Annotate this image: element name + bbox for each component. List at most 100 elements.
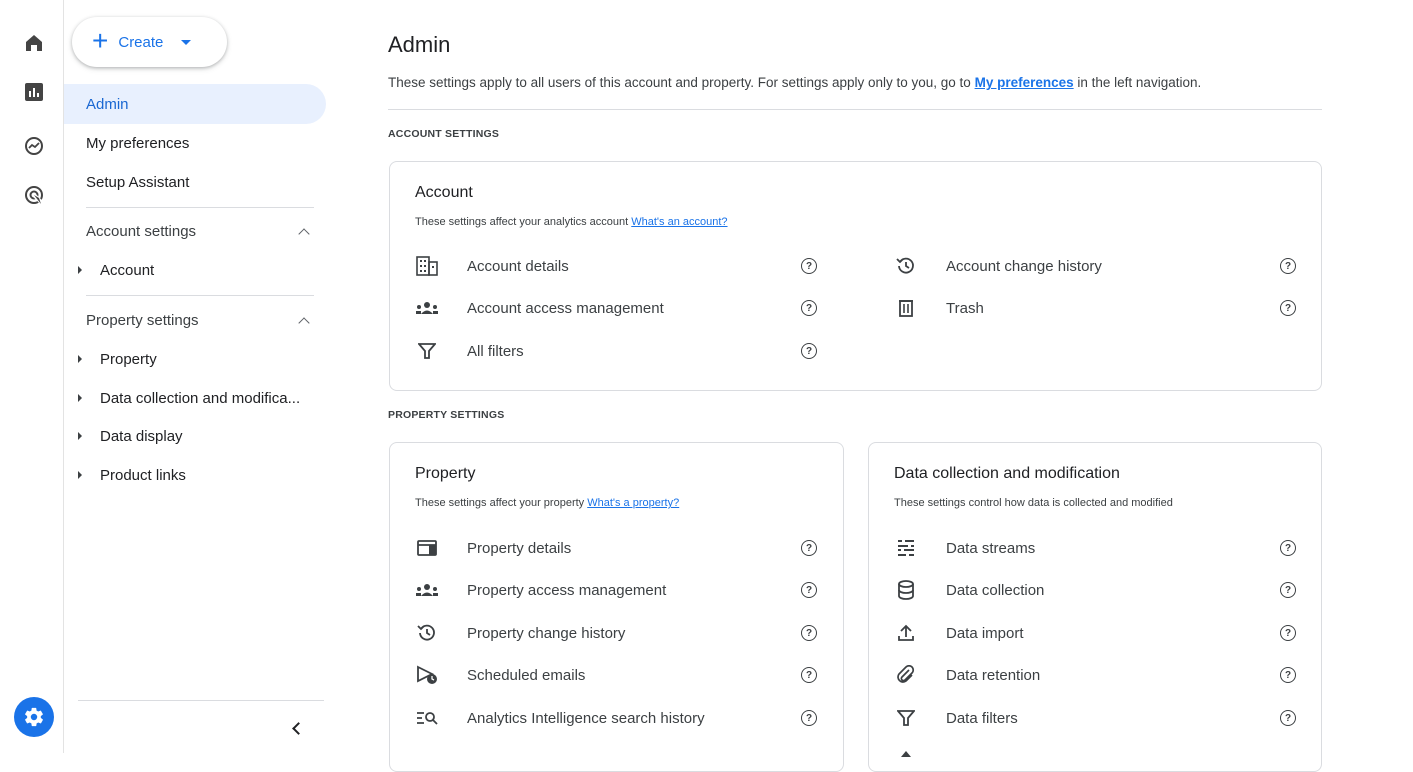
collapse-nav-button[interactable] [286,718,306,738]
property-settings-section[interactable]: Property settings [86,308,312,332]
all-filters-row[interactable]: All filters [415,339,524,363]
explore-icon[interactable] [22,134,46,158]
chevron-up-icon [298,316,310,329]
create-button[interactable]: + Create [72,17,227,67]
expand-arrow-icon [78,394,82,402]
help-icon[interactable]: ? [1280,625,1296,641]
card-subtitle: These settings affect your property What… [415,497,679,509]
nav-footer-divider [78,700,324,701]
tree-item-product-links[interactable]: Product links [78,463,186,487]
account-settings-section[interactable]: Account settings [86,219,312,243]
account-card: Account These settings affect your analy… [389,161,1322,391]
help-icon[interactable]: ? [1280,540,1296,556]
admin-settings-button[interactable] [14,697,54,737]
card-subtitle-text: These settings affect your analytics acc… [415,216,632,228]
row-label: Data collection [946,581,1045,599]
trash-row[interactable]: Trash [894,296,984,320]
page-description: These settings apply to all users of thi… [388,75,1201,90]
tree-item-property[interactable]: Property [78,347,157,371]
my-preferences-link[interactable]: My preferences [975,75,1074,90]
main-content: Admin These settings apply to all users … [340,0,1413,772]
people-group-icon [415,578,439,602]
create-label: Create [118,33,164,51]
tree-item-label: Product links [100,466,186,484]
help-icon[interactable]: ? [801,300,817,316]
tree-item-label: Data collection and modifica... [100,389,301,407]
expand-arrow-icon [78,355,82,363]
row-label: Account details [467,257,569,275]
search-list-icon [415,706,439,730]
help-icon[interactable]: ? [801,667,817,683]
data-collection-card: Data collection and modification These s… [868,442,1322,772]
property-card: Property These settings affect your prop… [389,442,844,772]
row-label: Data streams [946,539,1036,557]
data-collection-row[interactable]: Data collection [894,578,1044,602]
history-icon [415,621,439,645]
data-filters-row[interactable]: Data filters [894,706,1018,730]
help-icon[interactable]: ? [801,625,817,641]
partial-icon [894,747,918,771]
property-settings-caption: PROPERTY SETTINGS [388,409,505,421]
account-details-row[interactable]: Account details [415,254,569,278]
partial-next-row-icon [894,747,918,771]
left-rail [0,0,64,753]
row-label: Property details [467,539,572,557]
nav-item-setup-assistant[interactable]: Setup Assistant [72,162,326,202]
nav-divider [86,207,314,208]
account-access-management-row[interactable]: Account access management [415,296,664,320]
help-icon[interactable]: ? [1280,258,1296,274]
card-title: Account [415,184,473,201]
row-label: Property change history [467,624,626,642]
account-change-history-row[interactable]: Account change history [894,254,1102,278]
help-icon[interactable]: ? [801,710,817,726]
whats-an-account-link[interactable]: What's an account? [631,216,727,228]
header-divider [388,109,1322,110]
tree-item-data-display[interactable]: Data display [78,424,183,448]
tree-item-account[interactable]: Account [78,258,154,282]
scheduled-emails-row[interactable]: Scheduled emails [415,663,585,687]
help-icon[interactable]: ? [801,343,817,359]
database-icon [894,578,918,602]
data-streams-row[interactable]: Data streams [894,536,1035,560]
whats-a-property-link[interactable]: What's a property? [587,497,679,509]
tree-item-data-collection[interactable]: Data collection and modifica... [78,386,300,410]
row-label: Trash [946,299,984,317]
filter-icon [415,339,439,363]
tree-item-label: Data display [100,427,183,445]
analytics-intelligence-search-history-row[interactable]: Analytics Intelligence search history [415,706,705,730]
help-icon[interactable]: ? [801,258,817,274]
row-label: Account access management [467,299,664,317]
property-change-history-row[interactable]: Property change history [415,621,625,645]
chevron-left-icon [291,721,305,735]
data-import-row[interactable]: Data import [894,621,1024,645]
page-title: Admin [388,32,451,57]
building-icon [415,254,439,278]
chevron-up-icon [298,227,310,240]
data-streams-icon [894,536,918,560]
nav-item-label: Admin [86,95,129,113]
upload-icon [894,621,918,645]
row-label: Scheduled emails [467,666,586,684]
help-icon[interactable]: ? [1280,667,1296,683]
property-access-management-row[interactable]: Property access management [415,578,666,602]
help-icon[interactable]: ? [1280,300,1296,316]
caret-down-icon [181,39,192,45]
row-label: Property access management [467,581,667,599]
people-group-icon [415,296,439,320]
history-icon [894,254,918,278]
property-details-row[interactable]: Property details [415,536,571,560]
nav-divider [86,295,314,296]
nav-item-my-preferences[interactable]: My preferences [72,123,326,163]
advertising-icon[interactable] [22,183,46,207]
reports-icon[interactable] [22,80,46,104]
data-retention-row[interactable]: Data retention [894,663,1040,687]
help-icon[interactable]: ? [1280,582,1296,598]
desc-text: in the left navigation. [1073,75,1202,90]
help-icon[interactable]: ? [801,582,817,598]
home-icon[interactable] [22,31,46,55]
section-label: Account settings [86,222,197,240]
help-icon[interactable]: ? [801,540,817,556]
help-icon[interactable]: ? [1280,710,1296,726]
nav-item-admin[interactable]: Admin [64,84,326,124]
row-label: Analytics Intelligence search history [467,709,705,727]
